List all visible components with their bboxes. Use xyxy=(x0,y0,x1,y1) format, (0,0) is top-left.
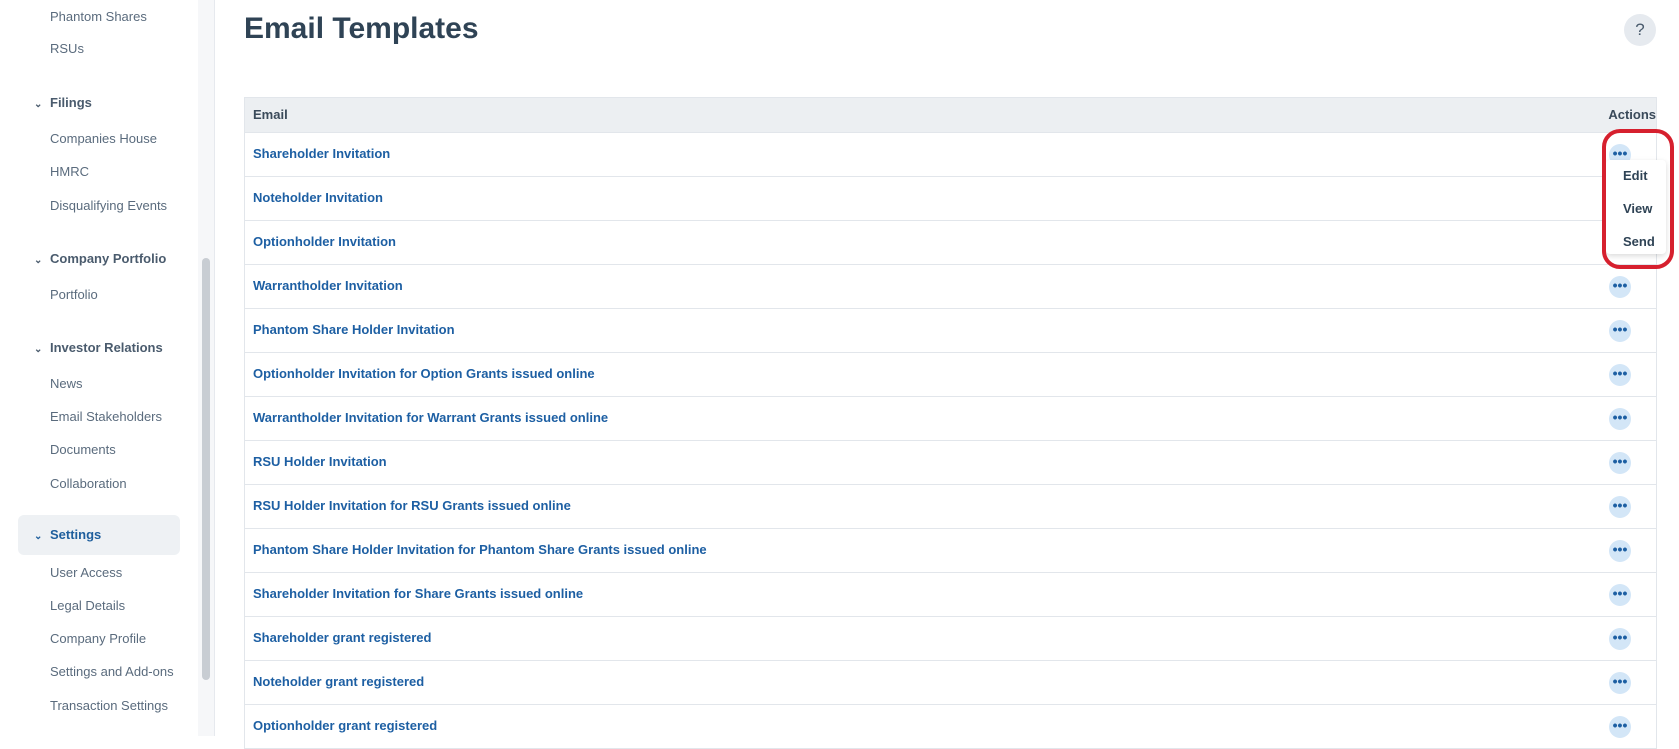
email-template-link[interactable]: RSU Holder Invitation for RSU Grants iss… xyxy=(253,498,571,513)
sidebar-scrollbar-thumb[interactable] xyxy=(202,258,210,680)
page-title: Email Templates xyxy=(244,12,479,45)
more-actions-icon[interactable]: ••• xyxy=(1609,408,1631,430)
table-row: Optionholder grant registered ••• xyxy=(245,705,1656,749)
chevron-down-icon: ⌄ xyxy=(34,255,43,266)
email-template-link[interactable]: Optionholder grant registered xyxy=(253,718,437,733)
sidebar-item-collaboration[interactable]: Collaboration xyxy=(50,476,127,491)
more-actions-icon[interactable]: ••• xyxy=(1609,672,1631,694)
email-template-link[interactable]: Optionholder Invitation for Option Grant… xyxy=(253,366,595,381)
email-template-link[interactable]: Phantom Share Holder Invitation for Phan… xyxy=(253,542,707,557)
sidebar-item-legal-details[interactable]: Legal Details xyxy=(50,598,125,613)
email-template-link[interactable]: RSU Holder Invitation xyxy=(253,454,387,469)
chevron-down-icon: ⌄ xyxy=(34,531,43,542)
chevron-down-icon: ⌄ xyxy=(34,344,43,355)
table-row: Shareholder grant registered ••• xyxy=(245,617,1656,661)
chevron-down-icon: ⌄ xyxy=(34,99,43,110)
email-templates-table: Email Actions Shareholder Invitation ••• N… xyxy=(244,97,1657,749)
table-row: Noteholder grant registered ••• xyxy=(245,661,1656,705)
sidebar-section-settings[interactable]: ⌄ Settings xyxy=(18,515,180,555)
table-row: Warrantholder Invitation ••• xyxy=(245,265,1656,309)
sidebar-item-news[interactable]: News xyxy=(50,376,83,391)
more-actions-icon[interactable]: ••• xyxy=(1609,496,1631,518)
sidebar-section-investor-relations[interactable]: ⌄ Investor Relations xyxy=(34,340,163,355)
more-actions-icon[interactable]: ••• xyxy=(1609,584,1631,606)
table-row: RSU Holder Invitation ••• xyxy=(245,441,1656,485)
sidebar-item-company-profile[interactable]: Company Profile xyxy=(50,631,146,646)
email-template-link[interactable]: Phantom Share Holder Invitation xyxy=(253,322,455,337)
sidebar-item-phantom-shares[interactable]: Phantom Shares xyxy=(50,9,147,24)
more-actions-icon[interactable]: ••• xyxy=(1609,540,1631,562)
more-actions-icon[interactable]: ••• xyxy=(1609,320,1631,342)
email-template-link[interactable]: Noteholder Invitation xyxy=(253,190,383,205)
sidebar-section-company-portfolio[interactable]: ⌄ Company Portfolio xyxy=(34,251,166,266)
table-row: Optionholder Invitation for Option Grant… xyxy=(245,353,1656,397)
more-actions-icon[interactable]: ••• xyxy=(1609,364,1631,386)
table-row: RSU Holder Invitation for RSU Grants iss… xyxy=(245,485,1656,529)
sidebar-item-user-access[interactable]: User Access xyxy=(50,565,122,580)
sidebar-section-filings[interactable]: ⌄ Filings xyxy=(34,95,92,110)
sidebar: Phantom Shares RSUs ⌄ Filings Companies H… xyxy=(0,0,215,736)
sidebar-item-transaction-settings[interactable]: Transaction Settings xyxy=(50,698,168,713)
email-template-link[interactable]: Warrantholder Invitation for Warrant Gra… xyxy=(253,410,608,425)
sidebar-item-rsus[interactable]: RSUs xyxy=(50,41,84,56)
table-row: Warrantholder Invitation for Warrant Gra… xyxy=(245,397,1656,441)
email-template-link[interactable]: Shareholder grant registered xyxy=(253,630,431,645)
sidebar-item-hmrc[interactable]: HMRC xyxy=(50,164,89,179)
email-template-link[interactable]: Warrantholder Invitation xyxy=(253,278,403,293)
email-template-link[interactable]: Shareholder Invitation xyxy=(253,146,390,161)
more-actions-icon[interactable]: ••• xyxy=(1609,452,1631,474)
table-body: Shareholder Invitation ••• Noteholder Invi… xyxy=(245,133,1656,749)
help-button[interactable]: ? xyxy=(1624,14,1656,46)
table-row: Phantom Share Holder Invitation for Phan… xyxy=(245,529,1656,573)
table-row: Phantom Share Holder Invitation ••• xyxy=(245,309,1656,353)
email-template-link[interactable]: Optionholder Invitation xyxy=(253,234,396,249)
sidebar-item-documents[interactable]: Documents xyxy=(50,442,116,457)
sidebar-item-settings-and-add-ons[interactable]: Settings and Add-ons xyxy=(50,664,174,679)
table-row: Shareholder Invitation for Share Grants … xyxy=(245,573,1656,617)
table-header: Email Actions xyxy=(245,98,1656,133)
table-row: Shareholder Invitation ••• xyxy=(245,133,1656,177)
more-actions-icon[interactable]: ••• xyxy=(1609,276,1631,298)
annotation-highlight xyxy=(1602,129,1674,269)
table-row: Noteholder Invitation••• xyxy=(245,177,1656,221)
column-header-actions: Actions xyxy=(1608,107,1656,122)
column-header-email: Email xyxy=(253,107,288,122)
sidebar-item-email-stakeholders[interactable]: Email Stakeholders xyxy=(50,409,162,424)
email-template-link[interactable]: Noteholder grant registered xyxy=(253,674,424,689)
email-template-link[interactable]: Shareholder Invitation for Share Grants … xyxy=(253,586,583,601)
sidebar-item-companies-house[interactable]: Companies House xyxy=(50,131,157,146)
more-actions-icon[interactable]: ••• xyxy=(1609,628,1631,650)
more-actions-icon[interactable]: ••• xyxy=(1609,716,1631,738)
sidebar-item-portfolio[interactable]: Portfolio xyxy=(50,287,98,302)
sidebar-item-disqualifying-events[interactable]: Disqualifying Events xyxy=(50,198,167,213)
table-row: Optionholder Invitation••• xyxy=(245,221,1656,265)
